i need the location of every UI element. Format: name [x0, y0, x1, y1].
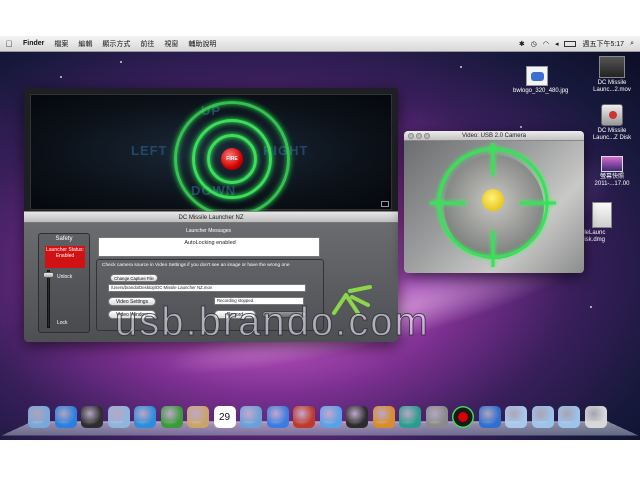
capture-path-field[interactable]: /Users/brando/Desktop/DC Missile Launche… [108, 284, 306, 292]
mail-icon[interactable] [107, 406, 130, 428]
documents-folder-icon[interactable] [531, 406, 554, 428]
spotlight-icon[interactable]: ⌕ [630, 40, 634, 48]
safety-heading: Safety [55, 236, 73, 242]
ical-icon[interactable]: 29 [213, 406, 236, 428]
desktop-icon-label: 螢幕快照 2011-...17.00 [594, 174, 630, 187]
image-file-icon [526, 66, 548, 86]
menu-file[interactable]: 檔案 [49, 39, 73, 49]
launcher-target-view: UP LEFT RIGHT DOWN FIRE [30, 94, 392, 217]
launcher-title[interactable]: DC Missile Launcher NZ [24, 211, 398, 223]
app-store-icon[interactable] [54, 406, 77, 428]
camera-feed [404, 141, 584, 273]
quicktime-icon[interactable] [478, 406, 501, 428]
downloads-folder-icon[interactable] [558, 406, 580, 428]
safari-icon[interactable] [134, 406, 156, 428]
volume-icon[interactable]: ◂ [555, 40, 559, 48]
camera-crosshair-icon [430, 143, 556, 267]
menu-window[interactable]: 視窗 [159, 39, 183, 49]
menu-view[interactable]: 顯示方式 [97, 39, 135, 49]
desktop-icon-screenshot[interactable]: 螢幕快照 2011-...17.00 [588, 156, 636, 188]
safety-slider-knob[interactable] [43, 272, 54, 278]
messages-heading: Launcher Messages [186, 228, 232, 234]
desktop-icon-label: DC Missile Launc...2.mov [593, 80, 631, 93]
bluetooth-icon[interactable]: ✱ [519, 40, 525, 48]
zoom-icon[interactable] [424, 133, 430, 139]
finder-icon[interactable] [28, 406, 50, 428]
menu-app-finder[interactable]: Finder [18, 40, 49, 47]
desktop-icon-bwlogo[interactable]: bwlogo_320_480.jpg [513, 66, 569, 95]
safety-group: Safety Launcher Status: Enabled Unlock L… [38, 233, 90, 333]
fire-button[interactable]: FIRE [221, 148, 243, 170]
watermark-text: usb.brando.com [115, 300, 430, 345]
apple-menu-icon[interactable]:  [0, 39, 18, 49]
camera-hint: Check camera source in Video Settings if… [102, 263, 290, 268]
video-window: Video: USB 2.0 Camera [404, 131, 584, 273]
photo-booth-icon[interactable] [293, 406, 315, 428]
launcher-status-badge: Launcher Status: Enabled [45, 246, 85, 268]
facetime-icon[interactable] [160, 406, 183, 428]
desktop-icon-label: DC Missile Launc...Z Disk [592, 128, 632, 141]
applications-folder-icon[interactable] [505, 406, 527, 428]
dock: 29 [2, 404, 638, 436]
messages-box: AutoLocking enabled [98, 237, 320, 257]
time-machine-icon[interactable] [399, 406, 421, 428]
preview-icon[interactable] [240, 406, 262, 428]
desktop-icon-movie[interactable]: DC Missile Launc...2.mov [588, 56, 636, 94]
screenshot-file-icon [601, 156, 623, 172]
safety-slider-track[interactable] [47, 270, 50, 328]
itunes-icon[interactable] [266, 406, 289, 428]
change-capture-file-button[interactable]: Change Capture File [110, 274, 158, 282]
video-window-title[interactable]: Video: USB 2.0 Camera [404, 131, 584, 141]
menu-bar:  Finder 檔案 編輯 顯示方式 前往 視窗 輔助說明 ✱ ◷ ◠ ◂ 週… [0, 36, 640, 52]
direction-left[interactable]: LEFT [131, 143, 168, 158]
system-preferences-icon[interactable] [425, 406, 448, 428]
wifi-icon[interactable]: ◠ [543, 40, 549, 48]
time-machine-menu-icon[interactable]: ◷ [531, 40, 537, 48]
missile-launcher-icon[interactable] [452, 406, 474, 428]
dmg-file-icon [592, 202, 612, 228]
menu-go[interactable]: 前往 [135, 39, 159, 49]
garageband-icon[interactable] [372, 406, 395, 428]
trash-icon[interactable] [584, 406, 607, 428]
desktop-icon-label: bwlogo_320_480.jpg [513, 88, 569, 94]
disk-image-icon [601, 104, 623, 126]
lock-label: Lock [57, 320, 68, 326]
dashboard-icon[interactable] [81, 406, 103, 428]
close-icon[interactable] [408, 133, 414, 139]
menu-help[interactable]: 輔助說明 [183, 39, 221, 49]
resize-grip-icon[interactable] [381, 201, 389, 207]
battery-icon[interactable] [564, 41, 577, 47]
unlock-label: Unlock [57, 274, 73, 280]
movie-file-icon [599, 56, 625, 78]
address-book-icon[interactable] [187, 406, 209, 428]
menu-edit[interactable]: 編輯 [73, 39, 97, 49]
imovie-icon[interactable] [346, 406, 368, 428]
minimize-icon[interactable] [416, 133, 422, 139]
iphoto-icon[interactable] [319, 406, 342, 428]
menu-clock[interactable]: 週五下午5:17 [582, 39, 624, 49]
desktop-icon-disk[interactable]: DC Missile Launc...Z Disk [588, 104, 636, 142]
